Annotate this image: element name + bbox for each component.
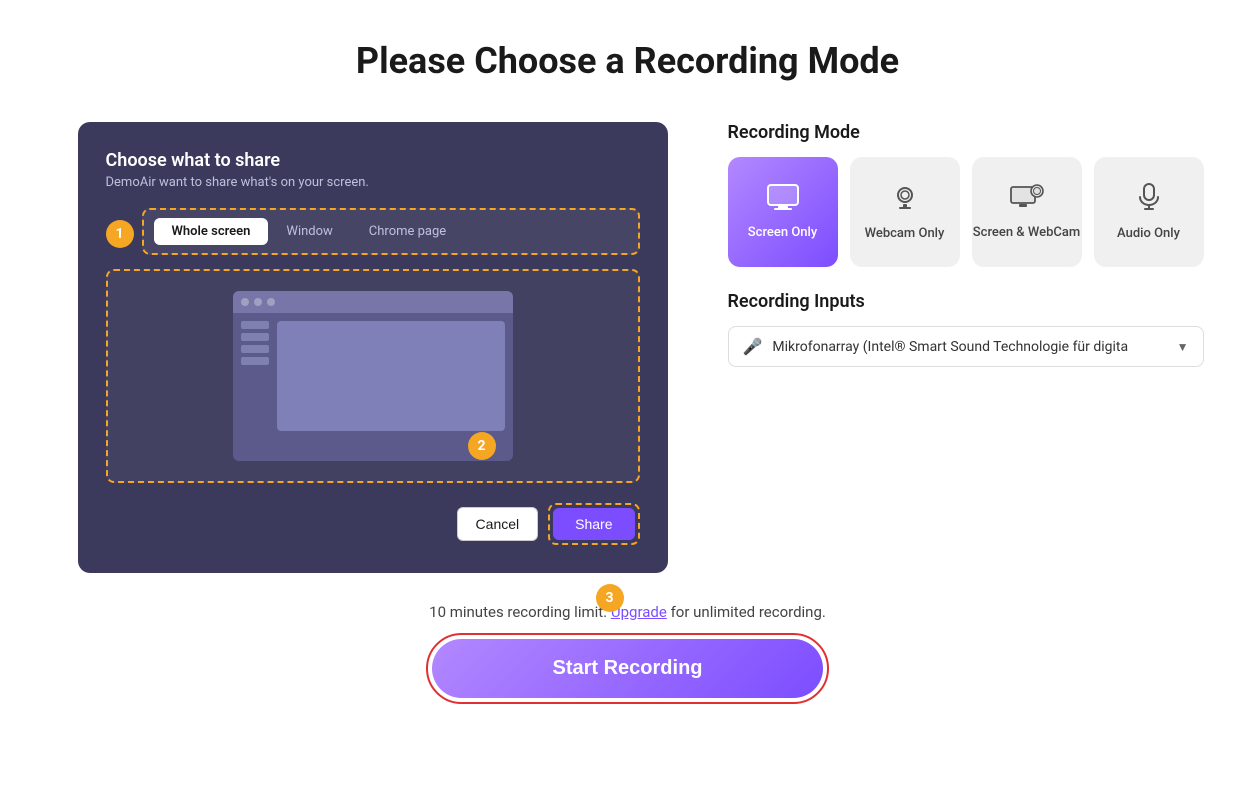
mode-card-audio-only[interactable]: Audio Only [1094,157,1204,267]
bottom-section: 10 minutes recording limit. Upgrade for … [20,603,1235,704]
screen-only-label: Screen Only [748,225,817,241]
microphone-label: Mikrofonarray (Intel® Smart Sound Techno… [772,339,1166,355]
step1-badge: 1 [106,220,134,248]
tab-row: Whole screen Window Chrome page [154,218,628,245]
screen-webcam-label: Screen & WebCam [973,225,1080,241]
share-button[interactable]: Share [553,508,634,540]
chevron-down-icon: ▼ [1177,340,1189,354]
step3-badge: 3 [596,584,624,612]
dialog-mockup: 1 Choose what to share DemoAir want to s… [78,122,668,573]
recording-inputs-section: Recording Inputs 🎤 Mikrofonarray (Intel®… [728,291,1204,367]
tab-chrome-page[interactable]: Chrome page [351,218,464,245]
tab-whole-screen[interactable]: Whole screen [154,218,269,245]
audio-icon [1137,183,1161,218]
limit-text: 10 minutes recording limit. Upgrade for … [429,603,826,621]
topbar-dot [241,298,249,306]
screen-preview [233,291,513,461]
dialog-title: Choose what to share [106,150,640,171]
content-mock [277,321,505,431]
webcam-only-label: Webcam Only [865,226,945,242]
recording-mode-label: Recording Mode [728,122,1204,143]
screen-webcam-icon [1010,184,1044,217]
mode-card-webcam-only[interactable]: Webcam Only [850,157,960,267]
screen-preview-body [233,313,513,439]
dialog-subtitle: DemoAir want to share what's on your scr… [106,175,640,190]
screen-topbar [233,291,513,313]
topbar-dot [254,298,262,306]
main-content: 1 Choose what to share DemoAir want to s… [78,122,1178,573]
audio-only-label: Audio Only [1117,226,1180,242]
dialog-buttons: Cancel Share [106,503,640,545]
recording-mode-section: Recording Mode Screen Only [728,122,1204,267]
start-recording-button[interactable]: Start Recording [432,639,822,698]
start-recording-wrapper: Start Recording [426,633,828,704]
recording-inputs-label: Recording Inputs [728,291,1204,312]
right-panel: Recording Mode Screen Only [728,122,1204,367]
mode-card-screen-webcam[interactable]: Screen & WebCam [972,157,1082,267]
topbar-dot [267,298,275,306]
page-title: Please Choose a Recording Mode [356,40,899,82]
mode-card-screen-only[interactable]: Screen Only [728,157,838,267]
mode-cards: Screen Only Webcam Only [728,157,1204,267]
webcam-icon [891,183,919,218]
sidebar-mock [241,321,269,431]
tab-window[interactable]: Window [268,218,350,245]
screen-icon [767,184,799,217]
microphone-dropdown[interactable]: 🎤 Mikrofonarray (Intel® Smart Sound Tech… [728,326,1204,367]
step2-badge: 2 [468,432,496,460]
cancel-button[interactable]: Cancel [457,507,539,541]
share-btn-container: Share [548,503,639,545]
microphone-icon: 🎤 [743,337,763,356]
tab-row-container: Whole screen Window Chrome page [142,208,640,255]
preview-container [106,269,640,483]
